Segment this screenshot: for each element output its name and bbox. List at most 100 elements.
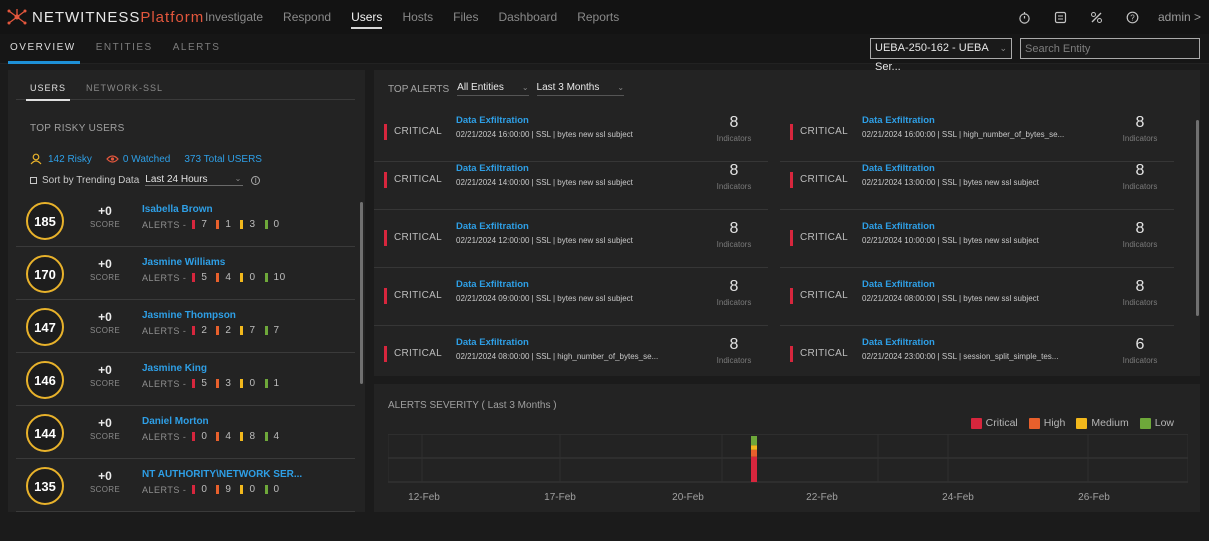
info-icon[interactable]: i: [251, 175, 261, 185]
users-scrollbar[interactable]: [360, 202, 363, 384]
indicator-count: 8: [729, 278, 739, 295]
legend-critical[interactable]: Critical: [970, 417, 1018, 429]
medium-count-value: 3: [249, 219, 256, 230]
alert-severity: CRITICAL: [800, 290, 848, 301]
watched-count[interactable]: 0 Watched: [123, 154, 170, 165]
nav-users[interactable]: Users: [351, 0, 383, 34]
x-tick-label: 17-Feb: [544, 492, 576, 503]
alert-card[interactable]: CRITICAL Data Exfiltration 02/21/2024 08…: [780, 268, 1174, 326]
notes-icon[interactable]: [1054, 10, 1068, 24]
nav-hosts[interactable]: Hosts: [402, 0, 433, 34]
user-name[interactable]: Jasmine Thompson: [142, 310, 236, 321]
nav-utilities: ? admin >: [996, 0, 1201, 34]
medium-count: 0: [240, 272, 255, 283]
user-name[interactable]: NT AUTHORITY\NETWORK SER...: [142, 469, 302, 480]
nav-dashboard[interactable]: Dashboard: [498, 0, 557, 34]
user-score-circle: 135: [26, 467, 64, 505]
alert-severity: CRITICAL: [800, 232, 848, 243]
nav-reports[interactable]: Reports: [577, 0, 619, 34]
high-count: 3: [216, 378, 231, 389]
high-count-value: 1: [225, 219, 232, 230]
alert-name[interactable]: Data Exfiltration: [862, 163, 935, 174]
nav-files[interactable]: Files: [453, 0, 478, 34]
tools-icon[interactable]: [1090, 10, 1104, 24]
alert-name[interactable]: Data Exfiltration: [862, 337, 935, 348]
alert-name[interactable]: Data Exfiltration: [862, 279, 935, 290]
chevron-down-icon: ⌄: [617, 83, 625, 92]
medium-count-value: 7: [249, 325, 256, 336]
risky-count[interactable]: 142 Risky: [48, 154, 92, 165]
user-row[interactable]: 144 +0 SCORE Daniel Morton ALERTS - 0 4 …: [16, 406, 355, 459]
high-count: 1: [216, 219, 231, 230]
tab-users[interactable]: USERS: [25, 80, 71, 101]
user-menu[interactable]: admin >: [1158, 10, 1201, 24]
user-row[interactable]: 135 +0 SCORE NT AUTHORITY\NETWORK SER...…: [16, 459, 355, 512]
bar-critical: [751, 456, 757, 482]
alert-card[interactable]: CRITICAL Data Exfiltration 02/21/2024 09…: [374, 268, 768, 326]
search-entity-input[interactable]: [1020, 38, 1200, 59]
timer-icon[interactable]: [1018, 10, 1032, 24]
brand-logo[interactable]: NETWITNESSPlatform: [0, 8, 205, 26]
alert-name[interactable]: Data Exfiltration: [862, 221, 935, 232]
top-alerts-title: TOP ALERTS: [388, 83, 450, 95]
indicators-label: Indicators: [716, 134, 752, 143]
severity-indicator: [384, 230, 387, 246]
alert-name[interactable]: Data Exfiltration: [862, 115, 935, 126]
legend-medium-label: Medium: [1091, 417, 1129, 429]
period-select[interactable]: Last 24 Hours ⌄: [145, 174, 244, 186]
user-name[interactable]: Isabella Brown: [142, 204, 213, 215]
alert-card[interactable]: CRITICAL Data Exfiltration 02/21/2024 13…: [780, 152, 1174, 210]
entity-filter-select[interactable]: All Entities ⌄: [457, 82, 529, 96]
ueba-service-select[interactable]: UEBA-250-162 - UEBA Ser... ⌄: [870, 38, 1012, 73]
user-row[interactable]: 146 +0 SCORE Jasmine King ALERTS - 5 3 0…: [16, 353, 355, 406]
alert-name[interactable]: Data Exfiltration: [456, 279, 529, 290]
tab-overview[interactable]: OVERVIEW: [8, 34, 80, 64]
netwitness-logo-icon: [7, 9, 27, 25]
user-alert-counts: ALERTS - 5 3 0 1: [142, 378, 289, 389]
legend-low[interactable]: Low: [1139, 417, 1174, 429]
user-row[interactable]: 185 +0 SCORE Isabella Brown ALERTS - 7 1…: [16, 194, 355, 247]
indicators-label: Indicators: [1122, 356, 1158, 365]
nav-respond[interactable]: Respond: [283, 0, 331, 34]
entity-type-tabs: USERS NETWORK-SSL: [16, 80, 355, 101]
indicator-count: 8: [729, 220, 739, 237]
high-count-value: 2: [225, 325, 232, 336]
alert-name[interactable]: Data Exfiltration: [456, 221, 529, 232]
tab-entities[interactable]: ENTITIES: [96, 34, 153, 64]
alert-card[interactable]: CRITICAL Data Exfiltration 02/21/2024 14…: [374, 152, 768, 210]
sort-trending-checkbox[interactable]: [30, 176, 37, 184]
score-delta: +0: [98, 204, 112, 218]
legend-high[interactable]: High: [1028, 417, 1065, 429]
alert-name[interactable]: Data Exfiltration: [456, 337, 529, 348]
alert-meta: 02/21/2024 23:00:00 | SSL | session_spli…: [862, 352, 1059, 361]
top-nav: NETWITNESSPlatform Investigate Respond U…: [0, 0, 1209, 34]
alert-name[interactable]: Data Exfiltration: [456, 115, 529, 126]
eye-icon: [106, 155, 119, 163]
time-filter-select[interactable]: Last 3 Months ⌄: [536, 82, 625, 96]
legend-medium[interactable]: Medium: [1076, 417, 1129, 429]
alerts-scrollbar[interactable]: [1196, 120, 1199, 316]
user-row[interactable]: 147 +0 SCORE Jasmine Thompson ALERTS - 2…: [16, 300, 355, 353]
total-users-count[interactable]: 373 Total USERS: [184, 154, 262, 165]
tab-alerts[interactable]: ALERTS: [173, 34, 221, 64]
alert-card[interactable]: CRITICAL Data Exfiltration 02/21/2024 23…: [780, 326, 1174, 384]
alert-card[interactable]: CRITICAL Data Exfiltration 02/21/2024 10…: [780, 210, 1174, 268]
user-name[interactable]: Jasmine King: [142, 363, 207, 374]
alert-card[interactable]: CRITICAL Data Exfiltration 02/21/2024 08…: [374, 326, 768, 384]
critical-count: 5: [192, 378, 207, 389]
high-count-value: 3: [225, 378, 232, 389]
high-count: 9: [216, 484, 231, 495]
severity-indicator: [384, 124, 387, 140]
tab-network-ssl[interactable]: NETWORK-SSL: [86, 80, 163, 100]
user-row[interactable]: 170 +0 SCORE Jasmine Williams ALERTS - 5…: [16, 247, 355, 300]
alert-meta: 02/21/2024 13:00:00 | SSL | bytes new ss…: [862, 178, 1039, 187]
user-name[interactable]: Jasmine Williams: [142, 257, 225, 268]
nav-investigate[interactable]: Investigate: [205, 0, 263, 34]
user-name[interactable]: Daniel Morton: [142, 416, 209, 427]
alert-card[interactable]: CRITICAL Data Exfiltration 02/21/2024 12…: [374, 210, 768, 268]
help-icon[interactable]: ?: [1126, 10, 1140, 24]
chevron-down-icon: ⌄: [234, 174, 242, 183]
user-alert-counts: ALERTS - 0 9 0 0: [142, 484, 289, 495]
alert-name[interactable]: Data Exfiltration: [456, 163, 529, 174]
top-risky-panel: USERS NETWORK-SSL TOP RISKY USERS 142 Ri…: [8, 70, 365, 512]
